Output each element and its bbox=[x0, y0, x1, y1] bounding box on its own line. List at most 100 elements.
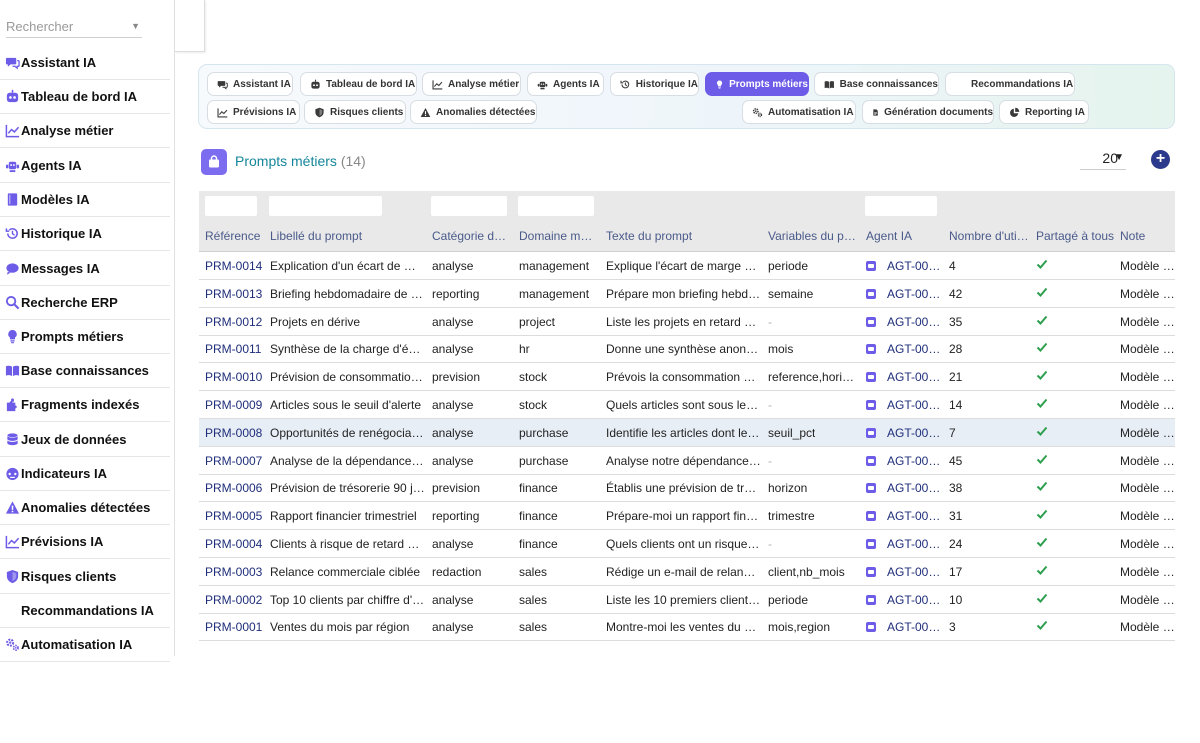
sidebar-item-modeles-ia[interactable]: Modèles IA bbox=[0, 183, 170, 217]
column-filter-input[interactable] bbox=[431, 196, 507, 216]
cell-agent[interactable]: AGT-0001 bbox=[887, 565, 941, 579]
cell-variables: - bbox=[768, 453, 772, 468]
column-filter-input[interactable] bbox=[205, 196, 257, 216]
cell-reference[interactable]: PRM-0005 bbox=[205, 509, 262, 523]
sidebar-item-fragments-indexes[interactable]: Fragments indexés bbox=[0, 388, 170, 422]
cell-agent[interactable]: AGT-0001 bbox=[887, 593, 941, 607]
cell-agent[interactable]: AGT-0006 bbox=[887, 315, 941, 329]
sidebar-item-recommandations-ia[interactable]: Recommandations IA bbox=[0, 594, 170, 628]
sidebar-item-agents-ia[interactable]: Agents IA bbox=[0, 149, 170, 183]
cell-reference[interactable]: PRM-0001 bbox=[205, 620, 262, 634]
tab-anomalies-detectees[interactable]: Anomalies détectées bbox=[410, 100, 537, 124]
sidebar-item-historique-ia[interactable]: Historique IA bbox=[0, 217, 170, 251]
robot-icon bbox=[5, 89, 20, 104]
sidebar-item-tableau-de-bord-ia[interactable]: Tableau de bord IA bbox=[0, 80, 170, 114]
tab-base-connaissances[interactable]: Base connaissances bbox=[814, 72, 939, 96]
table-row[interactable]: PRM-0010 Prévision de consommation stock p… bbox=[199, 363, 1175, 392]
table-row[interactable]: PRM-0008 Opportunités de renégociation ana… bbox=[199, 418, 1175, 447]
sidebar-item-risques-clients[interactable]: Risques clients bbox=[0, 560, 170, 594]
column-header[interactable]: Partagé à tous bbox=[1036, 229, 1114, 243]
column-header[interactable]: Catégorie de… bbox=[432, 229, 512, 243]
sidebar-item-anomalies-detectees[interactable]: Anomalies détectées bbox=[0, 491, 170, 525]
sidebar-item-indicateurs-ia[interactable]: Indicateurs IA bbox=[0, 457, 170, 491]
tab-historique-ia[interactable]: Historique IA bbox=[610, 72, 699, 96]
tab-reporting-ia[interactable]: Reporting IA bbox=[999, 100, 1089, 124]
sidebar-toggle-panel[interactable] bbox=[175, 0, 205, 52]
tab-label: Tableau de bord IA bbox=[326, 78, 416, 90]
cell-reference[interactable]: PRM-0004 bbox=[205, 537, 262, 551]
table-row[interactable]: PRM-0003 Relance commerciale ciblée redact… bbox=[199, 558, 1175, 586]
cell-reference[interactable]: PRM-0011 bbox=[205, 342, 261, 356]
column-filter-input[interactable] bbox=[518, 196, 594, 216]
page-size-select[interactable]: 20 ▼ bbox=[1080, 148, 1126, 170]
table-row[interactable]: PRM-0001 Ventes du mois par région analyse… bbox=[199, 613, 1175, 642]
tab-agents-ia[interactable]: Agents IA bbox=[527, 72, 604, 96]
tab-previsions-ia[interactable]: Prévisions IA bbox=[207, 100, 300, 124]
sidebar-search-input[interactable]: Rechercher ▼ bbox=[6, 14, 142, 38]
cell-agent[interactable]: AGT-0003 bbox=[887, 454, 941, 468]
tab-risques-clients[interactable]: Risques clients bbox=[304, 100, 406, 124]
tab-automatisation-ia[interactable]: Automatisation IA bbox=[742, 100, 856, 124]
cell-reference[interactable]: PRM-0010 bbox=[205, 370, 262, 384]
table-row[interactable]: PRM-0014 Explication d'un écart de marge a… bbox=[199, 252, 1175, 280]
dropdown-caret-icon[interactable]: ▼ bbox=[131, 21, 140, 31]
table-row[interactable]: PRM-0009 Articles sous le seuil d'alerte a… bbox=[199, 391, 1175, 419]
cell-reference[interactable]: PRM-0014 bbox=[205, 259, 262, 273]
column-header[interactable]: Variables du prompt bbox=[768, 229, 858, 243]
table-row[interactable]: PRM-0007 Analyse de la dépendance fournis… bbox=[199, 447, 1175, 475]
column-header[interactable]: Texte du prompt bbox=[606, 229, 692, 243]
cell-agent[interactable]: AGT-0007 bbox=[887, 259, 941, 273]
cell-reference[interactable]: PRM-0003 bbox=[205, 565, 262, 579]
add-record-button[interactable]: + bbox=[1151, 150, 1170, 169]
sidebar-item-base-connaissances[interactable]: Base connaissances bbox=[0, 354, 170, 388]
sidebar-item-jeux-de-donnees[interactable]: Jeux de données bbox=[0, 423, 170, 457]
table-row[interactable]: PRM-0004 Clients à risque de retard de pa… bbox=[199, 530, 1175, 558]
cell-reference[interactable]: PRM-0007 bbox=[205, 454, 262, 468]
cell-agent[interactable]: AGT-0002 bbox=[887, 509, 941, 523]
cell-reference[interactable]: PRM-0008 bbox=[205, 426, 262, 440]
cell-reference[interactable]: PRM-0009 bbox=[205, 398, 262, 412]
column-header[interactable]: Libellé du prompt bbox=[270, 229, 362, 243]
tab-generation-documents[interactable]: Génération documents bbox=[862, 100, 994, 124]
column-header[interactable]: Agent IA bbox=[866, 229, 912, 243]
table-row[interactable]: PRM-0012 Projets en dérive analyse project L… bbox=[199, 308, 1175, 336]
tab-label: Risques clients bbox=[330, 106, 404, 118]
cell-reference[interactable]: PRM-0013 bbox=[205, 287, 262, 301]
sidebar-item-previsions-ia[interactable]: Prévisions IA bbox=[0, 525, 170, 559]
table-row[interactable]: PRM-0002 Top 10 clients par chiffre d'aff… bbox=[199, 586, 1175, 614]
tab-analyse-metier[interactable]: Analyse métier bbox=[422, 72, 521, 96]
cell-reference[interactable]: PRM-0012 bbox=[205, 315, 262, 329]
table-row[interactable]: PRM-0013 Briefing hebdomadaire de directi… bbox=[199, 280, 1175, 308]
cell-agent[interactable]: AGT-0005 bbox=[887, 342, 941, 356]
cell-agent[interactable]: AGT-0007 bbox=[887, 287, 941, 301]
tab-assistant-ia[interactable]: Assistant IA bbox=[207, 72, 293, 96]
tab-prompts-metiers[interactable]: Prompts métiers bbox=[705, 72, 809, 96]
cell-agent[interactable]: AGT-0002 bbox=[887, 481, 941, 495]
sidebar-item-prompts-metiers[interactable]: Prompts métiers bbox=[0, 320, 170, 354]
tab-tableau-de-bord-ia[interactable]: Tableau de bord IA bbox=[300, 72, 417, 96]
sidebar-item-messages-ia[interactable]: Messages IA bbox=[0, 252, 170, 286]
tab-recommandations-ia[interactable]: Recommandations IA bbox=[945, 72, 1075, 96]
table-row[interactable]: PRM-0006 Prévision de trésorerie 90 jours… bbox=[199, 474, 1175, 503]
table-row[interactable]: PRM-0011 Synthèse de la charge d'équipe an… bbox=[199, 335, 1175, 364]
column-filter-input[interactable] bbox=[269, 196, 382, 216]
cell-agent[interactable]: AGT-0004 bbox=[887, 370, 941, 384]
column-header[interactable]: Nombre d'utilisations bbox=[949, 229, 1029, 243]
sidebar-item-analyse-metier[interactable]: Analyse métier bbox=[0, 114, 170, 148]
sidebar-item-automatisation-ia[interactable]: Automatisation IA bbox=[0, 628, 170, 662]
history-icon bbox=[5, 226, 20, 241]
column-header[interactable]: Note bbox=[1120, 229, 1145, 243]
cell-reference[interactable]: PRM-0006 bbox=[205, 481, 262, 495]
table-row[interactable]: PRM-0005 Rapport financier trimestriel rep… bbox=[199, 502, 1175, 531]
cell-agent[interactable]: AGT-0004 bbox=[887, 398, 941, 412]
cell-reference[interactable]: PRM-0002 bbox=[205, 593, 262, 607]
column-header[interactable]: Domaine métier bbox=[519, 229, 599, 243]
cell-note: Modèle de bbox=[1120, 592, 1175, 607]
sidebar-item-recherche-erp[interactable]: Recherche ERP bbox=[0, 286, 170, 320]
cell-agent[interactable]: AGT-0001 bbox=[887, 620, 941, 634]
cell-agent[interactable]: AGT-0002 bbox=[887, 537, 941, 551]
column-filter-input[interactable] bbox=[865, 196, 937, 216]
sidebar-item-assistant-ia[interactable]: Assistant IA bbox=[0, 46, 170, 80]
column-header[interactable]: Référence bbox=[205, 229, 260, 243]
cell-agent[interactable]: AGT-0003 bbox=[887, 426, 941, 440]
